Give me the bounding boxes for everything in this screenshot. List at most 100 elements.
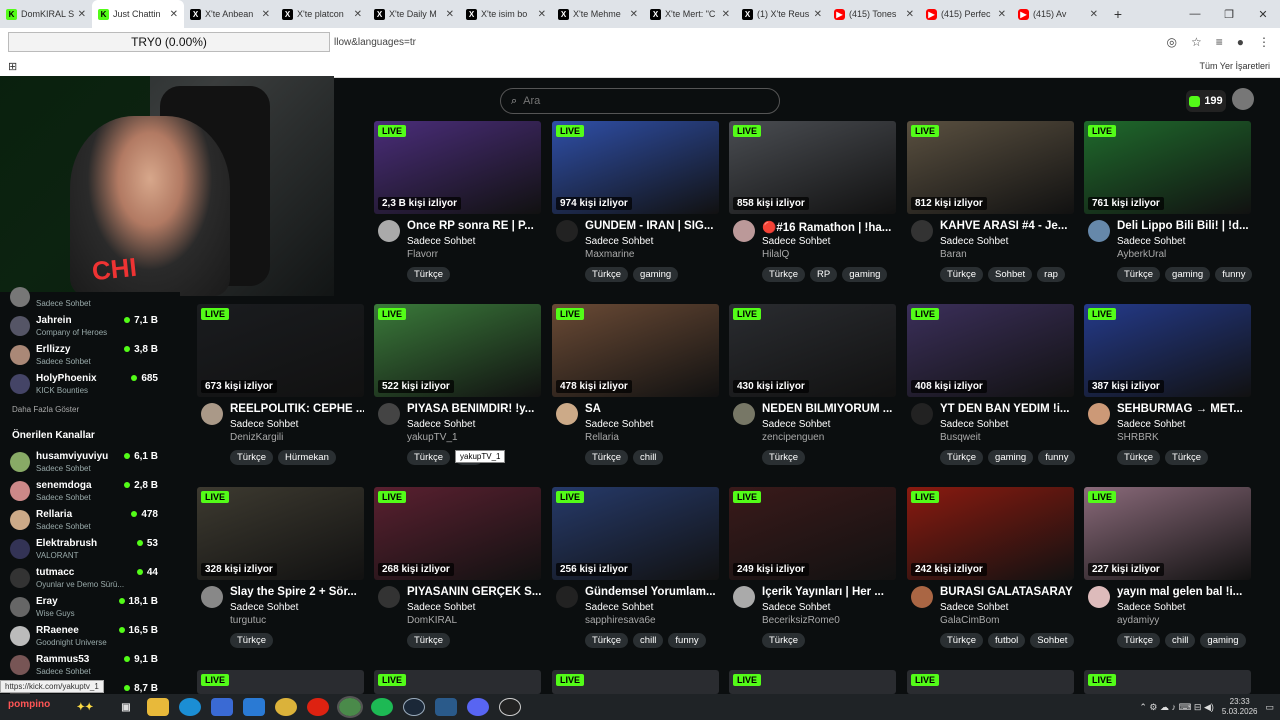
channel-avatar[interactable]: [1088, 403, 1110, 425]
opera-icon[interactable]: [307, 698, 329, 716]
stream-thumbnail[interactable]: LIVE 761 kişi izliyor: [1084, 121, 1251, 214]
channel-name[interactable]: Baran: [940, 249, 967, 260]
tag[interactable]: Türkçe: [585, 633, 629, 648]
browser-tab[interactable]: X X'te Daily M ✕: [368, 0, 460, 28]
stream-card[interactable]: LIVE 430 kişi izliyor NEDEN BİLMİYORUM ...…: [729, 304, 896, 479]
stream-category[interactable]: Sadece Sohbet: [585, 236, 653, 247]
stream-category[interactable]: Sadece Sohbet: [585, 602, 653, 613]
stream-thumbnail[interactable]: LIVE 673 kişi izliyor: [197, 304, 364, 397]
channel-name[interactable]: DenizKargili: [230, 432, 283, 443]
tag[interactable]: Türkçe: [940, 450, 984, 465]
all-bookmarks[interactable]: Tüm Yer İşaretleri: [1199, 61, 1270, 71]
apps-grid-icon[interactable]: ⊞: [8, 60, 17, 73]
stream-category[interactable]: Sadece Sohbet: [230, 602, 298, 613]
stream-title[interactable]: YT DEN BAN YEDİM !i...: [940, 403, 1074, 415]
channel-avatar[interactable]: [378, 403, 400, 425]
channel-name[interactable]: Maxmarine: [585, 249, 634, 260]
browser-tab[interactable]: X X'te Anbean ✕: [184, 0, 276, 28]
tag[interactable]: funny: [1215, 267, 1253, 282]
mail-icon[interactable]: [243, 698, 265, 716]
stream-category[interactable]: Sadece Sohbet: [407, 602, 475, 613]
sparkle-icon[interactable]: ✦✦: [65, 698, 105, 716]
minimize-icon[interactable]: —: [1178, 8, 1212, 20]
stream-title[interactable]: NEDEN BİLMİYORUM ...: [762, 403, 896, 415]
tag[interactable]: gaming: [842, 267, 888, 282]
channel-avatar[interactable]: [378, 586, 400, 608]
stream-card[interactable]: LIVE 387 kişi izliyor SEHBURMAG → MET... Sa…: [1084, 304, 1251, 479]
stream-card[interactable]: LIVE 974 kişi izliyor GÜNDEM - İRAN | SIG.…: [552, 121, 719, 296]
tab-close-icon[interactable]: ✕: [354, 9, 362, 20]
stream-thumbnail[interactable]: LIVE: [729, 670, 896, 694]
tag[interactable]: Türkçe: [407, 633, 451, 648]
tag[interactable]: Türkçe: [762, 633, 806, 648]
tag[interactable]: Türkçe: [230, 450, 274, 465]
tag[interactable]: Türkçe: [1117, 633, 1161, 648]
tag[interactable]: Türkçe: [762, 267, 806, 282]
channel-name[interactable]: DomKIRAL: [407, 615, 457, 626]
stream-card[interactable]: LIVE 761 kişi izliyor Deli Lippo Bili Bili…: [1084, 121, 1253, 296]
menu-icon[interactable]: ⋮: [1258, 35, 1270, 49]
stream-category[interactable]: Sadece Sohbet: [407, 419, 475, 430]
stream-thumbnail[interactable]: LIVE 858 kişi izliyor: [729, 121, 896, 214]
tab-close-icon[interactable]: ✕: [630, 9, 638, 20]
tag[interactable]: Türkçe: [940, 633, 984, 648]
task-view-icon[interactable]: ▣: [115, 698, 137, 716]
stream-thumbnail[interactable]: LIVE 268 kişi izliyor: [374, 487, 541, 580]
tab-close-icon[interactable]: ✕: [170, 9, 178, 20]
tag[interactable]: Türkçe: [940, 267, 984, 282]
stream-thumbnail[interactable]: LIVE 812 kişi izliyor: [907, 121, 1074, 214]
sidebar-channel[interactable]: Rammus53 Sadece Sohbet 9,1 B: [10, 652, 178, 682]
url-text[interactable]: llow&languages=tr: [334, 37, 416, 48]
tab-close-icon[interactable]: ✕: [906, 9, 914, 20]
channel-name[interactable]: aydamiyy: [1117, 615, 1159, 626]
channel-avatar[interactable]: [201, 586, 223, 608]
browser-tab[interactable]: X X'te platcon ✕: [276, 0, 368, 28]
stream-title[interactable]: GÜNDEM - İRAN | SIG...: [585, 220, 719, 232]
tag[interactable]: funny: [668, 633, 706, 648]
tag[interactable]: Türkçe: [407, 450, 451, 465]
stream-card[interactable]: LIVE 673 kişi izliyor REELPOLITIK: CEPHE .…: [197, 304, 364, 479]
stream-card[interactable]: LIVE 408 kişi izliyor YT DEN BAN YEDİM !i.…: [907, 304, 1076, 479]
stream-title[interactable]: PİYASA BENİMDİR! !y...: [407, 403, 541, 415]
channel-name[interactable]: BeceriksizRome0: [762, 615, 840, 626]
channel-name[interactable]: HilalQ: [762, 249, 789, 260]
clock[interactable]: 23:33 5.03.2026: [1222, 697, 1258, 717]
stream-card[interactable]: LIVE 812 kişi izliyor KAHVE ARASI #4 - Je.…: [907, 121, 1074, 296]
tag[interactable]: funny: [1038, 450, 1076, 465]
stream-category[interactable]: Sadece Sohbet: [1117, 236, 1185, 247]
browser-tab[interactable]: X X'te Mert: "C ✕: [644, 0, 736, 28]
sidebar-channel[interactable]: husamviyuviyu Sadece Sohbet 6,1 B: [10, 449, 178, 479]
tag[interactable]: chill: [633, 633, 664, 648]
tag[interactable]: futbol: [988, 633, 1026, 648]
stream-thumbnail[interactable]: LIVE: [197, 670, 364, 694]
stream-category[interactable]: Sadece Sohbet: [1117, 602, 1185, 613]
stream-thumbnail[interactable]: LIVE 328 kişi izliyor: [197, 487, 364, 580]
bookmark-star-icon[interactable]: ☆: [1191, 35, 1202, 49]
search-input[interactable]: [523, 95, 744, 107]
channel-name[interactable]: turgutuc: [230, 615, 266, 626]
channel-name[interactable]: Flavorr: [407, 249, 438, 260]
stream-card[interactable]: LIVE 858 kişi izliyor 🔴#16 Ramathon | !ha.…: [729, 121, 896, 296]
stream-card[interactable]: LIVE 478 kişi izliyor SA Sadece Sohbet Rella…: [552, 304, 719, 479]
stream-category[interactable]: Sadece Sohbet: [940, 236, 1008, 247]
stream-title[interactable]: KAHVE ARASI #4 - Je...: [940, 220, 1074, 232]
chrome-active-icon[interactable]: [337, 696, 363, 718]
eye-off-icon[interactable]: ◎: [1166, 35, 1176, 49]
profile-icon[interactable]: ●: [1237, 35, 1244, 49]
new-tab-icon[interactable]: +: [1104, 6, 1132, 22]
tab-close-icon[interactable]: ✕: [998, 9, 1006, 20]
media-control-icon[interactable]: ≡: [1216, 35, 1223, 49]
stream-category[interactable]: Sadece Sohbet: [1117, 419, 1185, 430]
tag[interactable]: Türkçe: [1117, 267, 1161, 282]
kick-points-badge[interactable]: 199: [1186, 90, 1226, 112]
app-icon-blue[interactable]: [435, 698, 457, 716]
stream-thumbnail[interactable]: LIVE 387 kişi izliyor: [1084, 304, 1251, 397]
file-explorer-icon[interactable]: [147, 698, 169, 716]
sidebar-channel[interactable]: Sadece Sohbet: [10, 284, 178, 314]
tag[interactable]: gaming: [633, 267, 679, 282]
discord-icon[interactable]: [467, 698, 489, 716]
stream-title[interactable]: PİYASANIN GERÇEK S...: [407, 586, 541, 598]
stream-category[interactable]: Sadece Sohbet: [762, 236, 830, 247]
sidebar-channel[interactable]: Jahrein Company of Heroes 7,1 B: [10, 313, 178, 343]
browser-tab[interactable]: X X'te isim bo ✕: [460, 0, 552, 28]
